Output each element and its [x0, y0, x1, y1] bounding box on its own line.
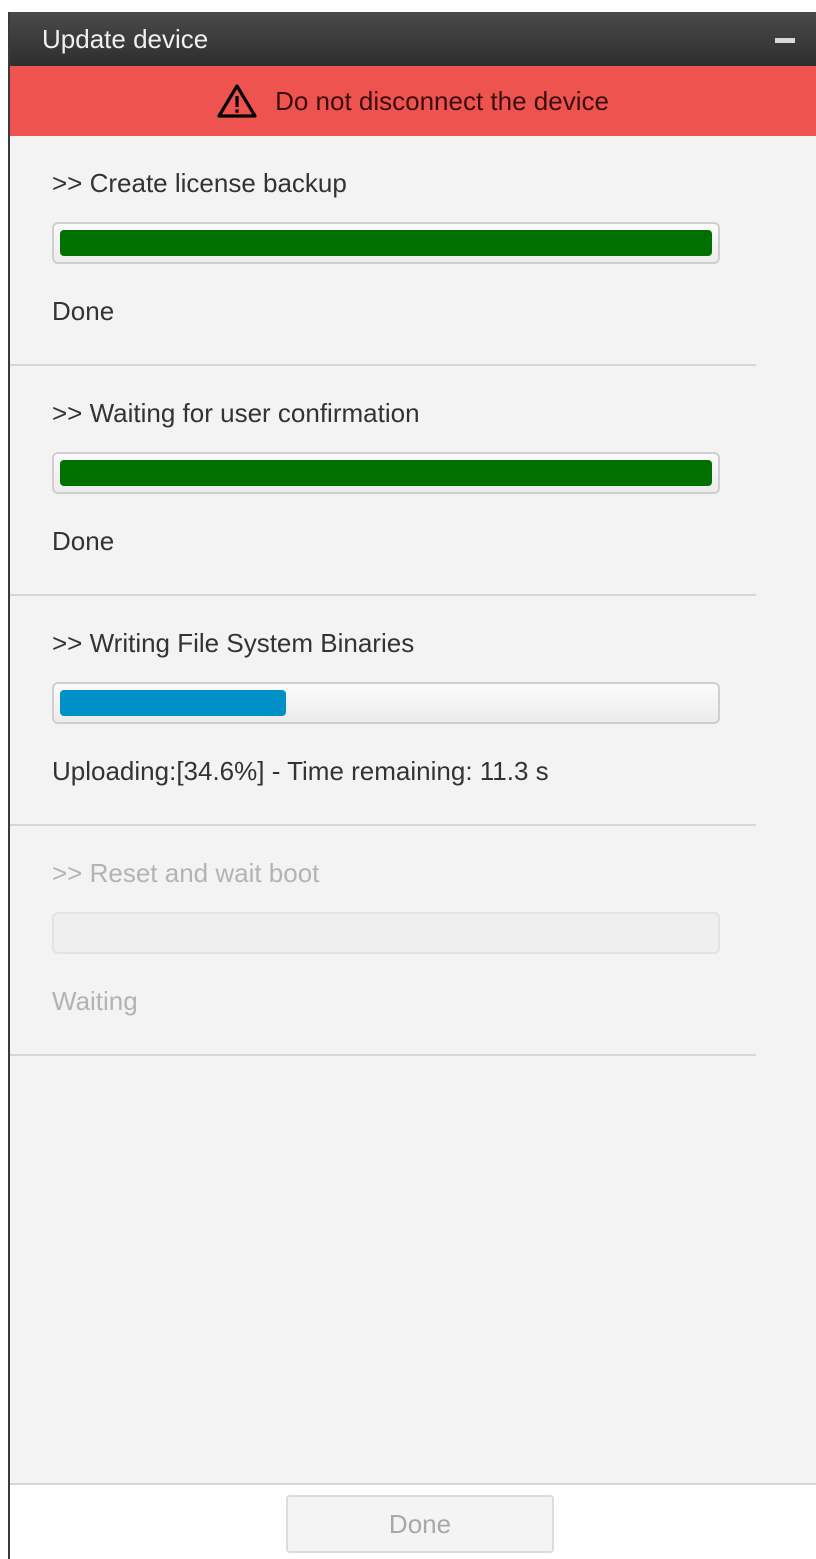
warning-banner: Do not disconnect the device: [10, 66, 816, 136]
step-status: Done: [52, 526, 115, 556]
done-button[interactable]: Done: [286, 1495, 554, 1553]
step-status: Waiting: [52, 986, 138, 1016]
update-device-window: Update device Do not disconnect the devi…: [8, 12, 816, 1559]
progress-fill: [60, 230, 712, 256]
footer: Done: [10, 1483, 816, 1559]
step-status: Done: [52, 296, 115, 326]
progress-bar: [52, 222, 720, 264]
step-waiting-user-confirmation: >> Waiting for user confirmation Done: [10, 366, 756, 596]
step-title: >> Reset and wait boot: [52, 858, 320, 888]
progress-fill: [60, 460, 712, 486]
window-title: Update device: [42, 24, 209, 54]
step-title: >> Waiting for user confirmation: [52, 398, 420, 428]
step-reset-and-wait-boot: >> Reset and wait boot Waiting: [10, 826, 756, 1056]
step-title: >> Create license backup: [52, 168, 347, 198]
warning-text: Do not disconnect the device: [275, 85, 609, 116]
step-create-license-backup: >> Create license backup Done: [10, 136, 756, 366]
minimize-icon[interactable]: [766, 26, 804, 52]
step-writing-file-system-binaries: >> Writing File System Binaries Uploadin…: [10, 596, 756, 826]
step-status: Uploading:[34.6%] - Time remaining: 11.3…: [52, 756, 549, 786]
progress-bar: [52, 912, 720, 954]
progress-bar: [52, 452, 720, 494]
progress-fill: [60, 690, 286, 716]
warning-triangle-icon: [217, 84, 257, 118]
progress-bar: [52, 682, 720, 724]
title-bar: Update device: [10, 12, 816, 66]
step-title: >> Writing File System Binaries: [52, 628, 415, 658]
